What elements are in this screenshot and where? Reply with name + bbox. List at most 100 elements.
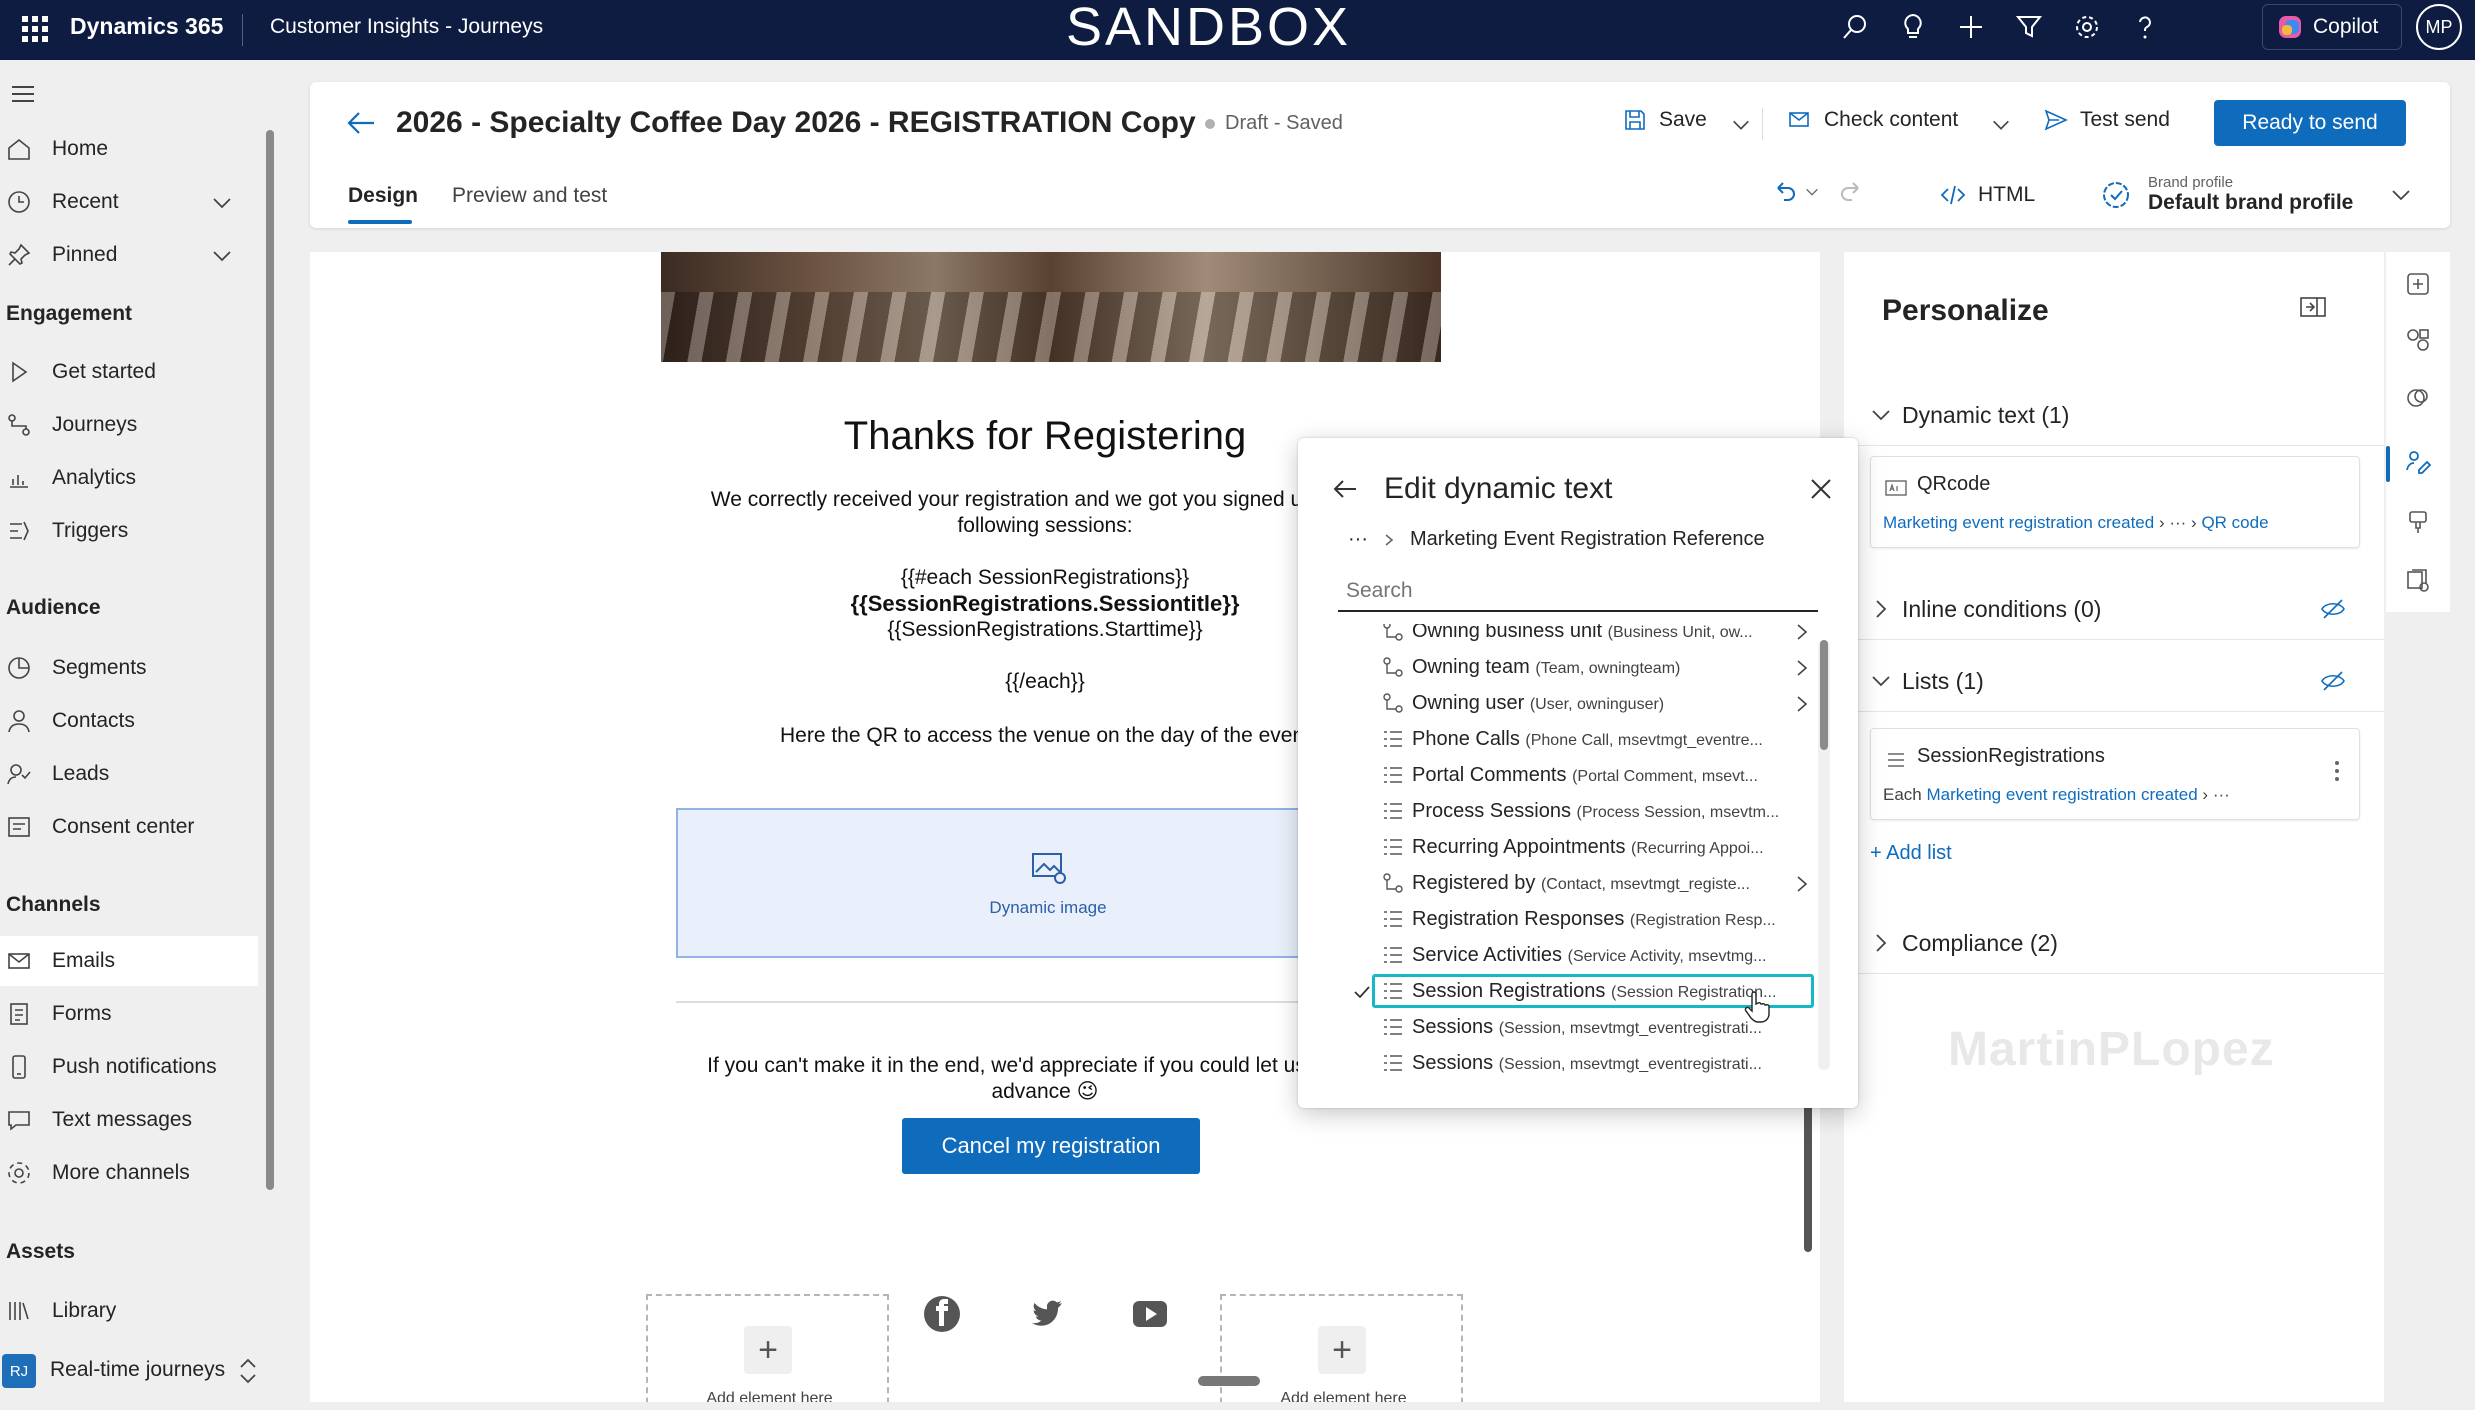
path-more[interactable]: ···	[2169, 513, 2186, 532]
filter-icon[interactable]	[2014, 12, 2044, 42]
back-arrow-icon[interactable]	[344, 106, 378, 140]
path-part[interactable]: Marketing event registration created	[1926, 785, 2197, 804]
nav-item-home[interactable]: Home	[0, 124, 258, 174]
attribute-row[interactable]: Sessions (Session, msevtmgt_eventregistr…	[1322, 1046, 1818, 1082]
plus-icon[interactable]: +	[744, 1326, 792, 1374]
plus-icon[interactable]	[1956, 12, 1986, 42]
path-part[interactable]: QR code	[2201, 513, 2268, 532]
nav-item-library[interactable]: Library	[0, 1286, 258, 1336]
add-element-placeholder-right[interactable]: + Add element here	[1220, 1294, 1463, 1402]
chevron-down-icon[interactable]	[210, 244, 234, 268]
visibility-icon[interactable]	[2320, 598, 2346, 620]
copilot-button[interactable]: Copilot	[2262, 4, 2402, 50]
cancel-registration-button[interactable]: Cancel my registration	[902, 1118, 1200, 1174]
search-input[interactable]	[1338, 572, 1818, 610]
test-send-button[interactable]: Test send	[2044, 108, 2170, 132]
nav-item-more-channels[interactable]: More channels	[0, 1148, 258, 1198]
add-element-icon[interactable]	[2404, 270, 2432, 298]
canvas-scrollbar[interactable]	[1804, 1102, 1812, 1252]
personalize-icon[interactable]	[2404, 448, 2432, 476]
layout-icon[interactable]	[2404, 326, 2432, 354]
attribute-list[interactable]: Owning business unit (Business Unit, ow.…	[1322, 624, 1826, 1098]
path-more[interactable]: ···	[2213, 785, 2230, 804]
facebook-icon[interactable]	[922, 1294, 962, 1334]
nav-item-emails[interactable]: Emails	[0, 936, 258, 986]
styles-icon[interactable]	[2404, 384, 2432, 412]
app-launcher-icon[interactable]	[22, 16, 48, 42]
attribute-row[interactable]: Registration Responses (Registration Res…	[1322, 902, 1818, 938]
nav-item-forms[interactable]: Forms	[0, 989, 258, 1039]
add-element-placeholder-left[interactable]: + Add element here	[646, 1294, 889, 1402]
section-lists[interactable]: Lists (1)	[1844, 652, 2384, 712]
search-icon[interactable]	[1840, 12, 1870, 42]
resize-handle[interactable]	[1198, 1376, 1260, 1386]
settings-panel-icon[interactable]	[2404, 566, 2432, 594]
attribute-row[interactable]: Portal Comments (Portal Comment, msevt..…	[1322, 758, 1818, 794]
nav-item-push-notifications[interactable]: Push notifications	[0, 1042, 258, 1092]
app-name[interactable]: Customer Insights - Journeys	[270, 15, 543, 39]
nav-item-contacts[interactable]: Contacts	[0, 696, 258, 746]
chevron-right-icon[interactable]	[1792, 874, 1812, 894]
chevron-right-icon[interactable]	[1792, 624, 1812, 642]
section-inline-conditions[interactable]: Inline conditions (0)	[1844, 580, 2384, 640]
nav-item-triggers[interactable]: Triggers	[0, 506, 258, 556]
breadcrumb-more[interactable]: ···	[1348, 528, 1368, 551]
undo-icon[interactable]	[1770, 178, 1798, 206]
gear-icon[interactable]	[2072, 12, 2102, 42]
hamburger-menu-icon[interactable]	[12, 86, 34, 107]
attribute-row[interactable]: Registered by (Contact, msevtmgt_registe…	[1322, 866, 1818, 902]
brush-icon[interactable]	[2404, 508, 2432, 536]
attribute-row[interactable]: Process Sessions (Process Session, msevt…	[1322, 794, 1818, 830]
plus-icon[interactable]: +	[1318, 1326, 1366, 1374]
undo-chevron-icon[interactable]	[1804, 184, 1820, 200]
user-avatar[interactable]: MP	[2416, 4, 2462, 50]
help-icon[interactable]	[2130, 12, 2160, 42]
close-icon[interactable]	[1806, 474, 1836, 504]
brand-name[interactable]: Dynamics 365	[70, 13, 223, 40]
dynamic-text-card-qrcode[interactable]: QRcode Marketing event registration crea…	[1870, 456, 2360, 548]
path-part[interactable]: Marketing event registration created	[1883, 513, 2154, 532]
section-compliance[interactable]: Compliance (2)	[1844, 914, 2384, 974]
check-content-chevron-icon[interactable]	[1990, 114, 2012, 136]
save-dropdown-chevron-icon[interactable]	[1730, 114, 1752, 136]
collapse-panel-icon[interactable]	[2298, 292, 2328, 322]
lightbulb-icon[interactable]	[1898, 12, 1928, 42]
visibility-icon[interactable]	[2320, 670, 2346, 692]
tab-design[interactable]: Design	[348, 184, 418, 208]
ready-to-send-button[interactable]: Ready to send	[2214, 100, 2406, 146]
attribute-row[interactable]: Phone Calls (Phone Call, msevtmgt_eventr…	[1322, 722, 1818, 758]
save-button[interactable]: Save	[1623, 108, 1707, 132]
chevron-down-icon[interactable]	[210, 191, 234, 215]
tab-preview-and-test[interactable]: Preview and test	[452, 184, 607, 208]
add-list-link[interactable]: + Add list	[1870, 842, 1952, 865]
nav-item-text-messages[interactable]: Text messages	[0, 1095, 258, 1145]
nav-item-recent[interactable]: Recent	[0, 177, 258, 227]
more-vertical-icon[interactable]	[2333, 759, 2341, 783]
youtube-icon[interactable]	[1130, 1294, 1170, 1334]
attribute-row[interactable]: Owning team (Team, owningteam)	[1322, 650, 1818, 686]
attribute-row[interactable]: Owning business unit (Business Unit, ow.…	[1322, 624, 1818, 650]
back-arrow-icon[interactable]	[1330, 474, 1360, 504]
attribute-list-scrollbar[interactable]	[1820, 640, 1828, 750]
nav-item-analytics[interactable]: Analytics	[0, 453, 258, 503]
attribute-row[interactable]: Owning user (User, owninguser)	[1322, 686, 1818, 722]
twitter-icon[interactable]	[1026, 1294, 1066, 1334]
section-dynamic-text[interactable]: Dynamic text (1)	[1844, 386, 2384, 446]
nav-item-get-started[interactable]: Get started	[0, 347, 258, 397]
redo-icon[interactable]	[1838, 178, 1866, 206]
nav-scrollbar[interactable]	[266, 130, 274, 1190]
check-content-button[interactable]: Check content	[1788, 108, 1958, 132]
attribute-row[interactable]: Recurring Appointments (Recurring Appoi.…	[1322, 830, 1818, 866]
html-button[interactable]: HTML	[1940, 182, 2035, 208]
area-switcher[interactable]: RJ Real-time journeys	[0, 1344, 280, 1404]
list-card-session-registrations[interactable]: SessionRegistrations Each Marketing even…	[1870, 728, 2360, 820]
attribute-row[interactable]: Service Activities (Service Activity, ms…	[1322, 938, 1818, 974]
search-field[interactable]	[1338, 572, 1818, 612]
nav-item-consent-center[interactable]: Consent center	[0, 802, 258, 852]
nav-item-segments[interactable]: Segments	[0, 643, 258, 693]
nav-item-pinned[interactable]: Pinned	[0, 230, 258, 280]
chevron-right-icon[interactable]	[1792, 658, 1812, 678]
nav-item-journeys[interactable]: Journeys	[0, 400, 258, 450]
chevron-right-icon[interactable]	[1792, 694, 1812, 714]
brand-profile-selector[interactable]: Brand profile Default brand profile	[2100, 174, 2413, 215]
